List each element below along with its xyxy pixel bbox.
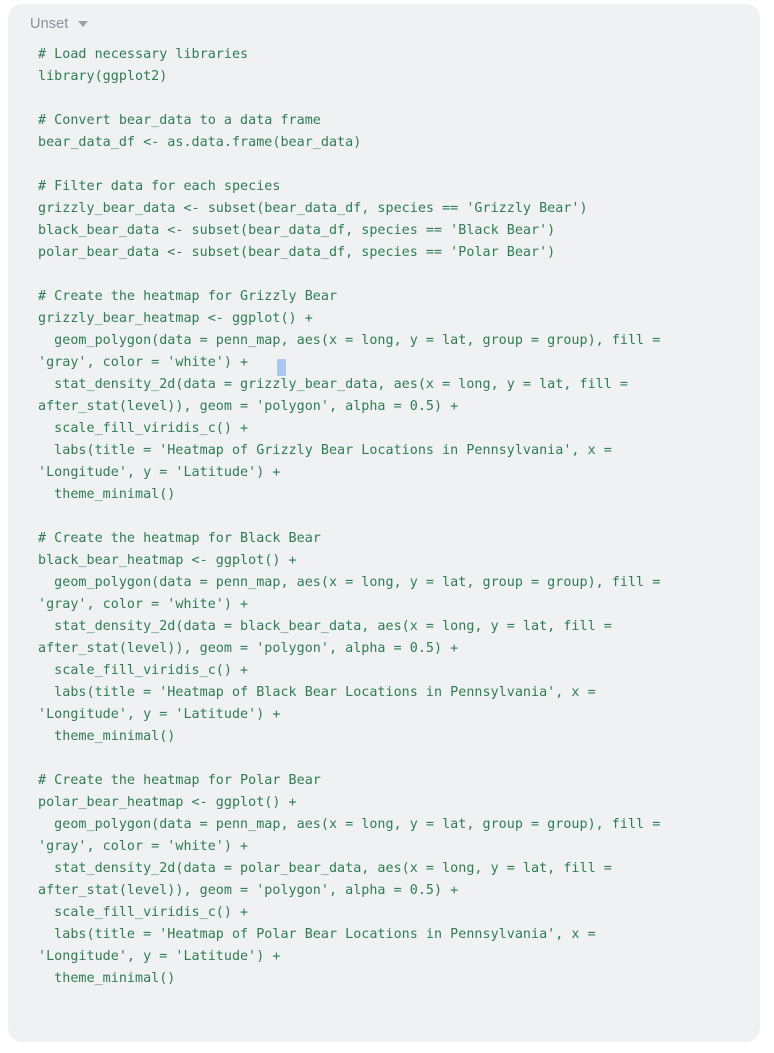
language-selector-label: Unset xyxy=(30,16,69,32)
code-body: # Load necessary libraries library(ggplo… xyxy=(8,38,760,990)
text-caret xyxy=(277,359,286,376)
code-text[interactable]: # Load necessary libraries library(ggplo… xyxy=(38,44,760,990)
code-block-header: Unset xyxy=(8,4,760,38)
language-selector[interactable]: Unset xyxy=(30,16,89,32)
chevron-down-icon xyxy=(78,21,89,27)
code-block-panel: Unset # Load necessary libraries library… xyxy=(8,4,760,1042)
